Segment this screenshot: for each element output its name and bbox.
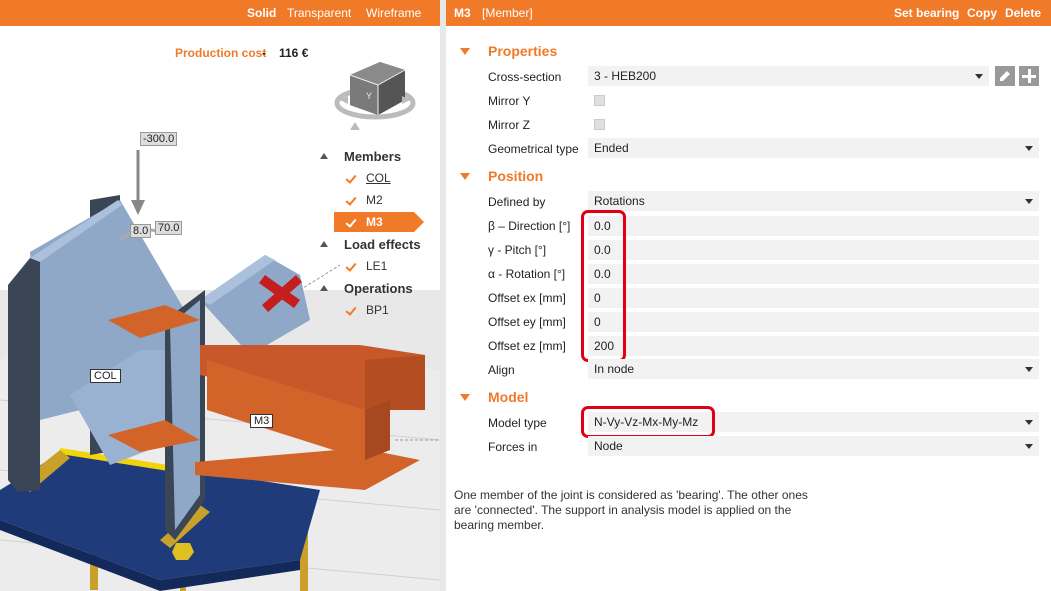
view-mode-transparent[interactable]: Transparent: [287, 6, 351, 20]
moment-right-label: 70.0: [155, 221, 183, 235]
model-type-highlight: [581, 406, 715, 438]
chevron-down-icon: [1025, 146, 1033, 151]
checkbox-icon[interactable]: [345, 217, 356, 228]
tree-item-col[interactable]: COL: [334, 168, 424, 188]
section-title: Properties: [488, 43, 558, 59]
tree-group-load-effects[interactable]: Load effects: [344, 237, 421, 252]
edit-pencil-icon[interactable]: [995, 66, 1015, 86]
collapse-icon: [460, 172, 470, 180]
selection-arrow-icon: [414, 212, 424, 232]
geometrical-type-value: Ended: [594, 141, 629, 155]
tree-group-operations[interactable]: Operations: [344, 281, 413, 296]
defined-by-value: Rotations: [594, 194, 645, 208]
defined-by-label: Defined by: [488, 195, 546, 209]
collapse-operations-icon[interactable]: [320, 285, 328, 291]
offset-ez-label: Offset ez [mm]: [488, 339, 566, 353]
add-plus-icon[interactable]: [1019, 66, 1039, 86]
production-cost-label: Production cost: [175, 46, 267, 60]
cross-section-select[interactable]: 3 - HEB200: [588, 66, 989, 86]
tree-item-label: M3: [366, 215, 383, 229]
align-label: Align: [488, 363, 515, 377]
mirror-y-label: Mirror Y: [488, 94, 531, 108]
chevron-down-icon: [975, 74, 983, 79]
beta-direction-input[interactable]: 0.0: [588, 216, 1039, 236]
gamma-pitch-label: γ - Pitch [°]: [488, 243, 547, 257]
align-value: In node: [594, 362, 635, 376]
beta-direction-label: β – Direction [°]: [488, 219, 571, 233]
tree-item-label: COL: [366, 171, 391, 185]
geometrical-type-label: Geometrical type: [488, 142, 579, 156]
forces-in-value: Node: [594, 439, 623, 453]
viewport-pane[interactable]: Solid Transparent Wireframe Production c…: [0, 0, 440, 591]
collapse-members-icon[interactable]: [320, 153, 328, 159]
section-properties[interactable]: Properties: [460, 43, 557, 59]
tree-item-m3[interactable]: M3: [334, 212, 414, 232]
checkbox-icon[interactable]: [345, 305, 356, 316]
gamma-pitch-input[interactable]: 0.0: [588, 240, 1039, 260]
tree-group-members[interactable]: Members: [344, 149, 401, 164]
cross-section-label: Cross-section: [488, 70, 562, 84]
view-cube[interactable]: [334, 62, 416, 130]
member-title: M3: [454, 6, 471, 20]
collapse-load-effects-icon[interactable]: [320, 241, 328, 247]
collapse-icon: [460, 393, 470, 401]
production-cost-value: 116 €: [279, 46, 309, 60]
offset-ez-input[interactable]: 200: [588, 336, 1039, 356]
set-bearing-button[interactable]: Set bearing: [894, 6, 959, 20]
alpha-rotation-label: α - Rotation [°]: [488, 267, 566, 281]
chevron-down-icon: [1025, 367, 1033, 372]
section-position[interactable]: Position: [460, 168, 543, 184]
offset-ey-input[interactable]: 0: [588, 312, 1039, 332]
position-values-highlight: [581, 210, 626, 362]
tree-item-label: BP1: [366, 303, 389, 317]
tree-item-label: M2: [366, 193, 383, 207]
production-cost-separator: -: [262, 46, 266, 60]
properties-header: M3 [Member] Set bearing Copy Delete: [446, 0, 1051, 26]
mirror-z-checkbox[interactable]: [594, 119, 605, 130]
view-mode-wireframe[interactable]: Wireframe: [366, 6, 421, 20]
m3-member-tag[interactable]: M3: [250, 414, 274, 428]
copy-button[interactable]: Copy: [967, 6, 997, 20]
mirror-y-checkbox[interactable]: [594, 95, 605, 106]
properties-pane: M3 [Member] Set bearing Copy Delete Prop…: [446, 0, 1051, 591]
alpha-rotation-input[interactable]: 0.0: [588, 264, 1039, 284]
view-cube-face-label: Y: [366, 91, 373, 101]
mirror-z-label: Mirror Z: [488, 118, 530, 132]
force-dimension-label: -300.0: [140, 132, 178, 146]
delete-button[interactable]: Delete: [1005, 6, 1041, 20]
tree-item-label: LE1: [366, 259, 388, 273]
chevron-down-icon: [1025, 444, 1033, 449]
bearing-description: One member of the joint is considered as…: [454, 488, 808, 532]
checkbox-icon[interactable]: [345, 261, 356, 272]
model-type-label: Model type: [488, 416, 547, 430]
align-select[interactable]: In node: [588, 359, 1039, 379]
tree-item-m2[interactable]: M2: [334, 190, 424, 210]
chevron-down-icon: [1025, 199, 1033, 204]
checkbox-icon[interactable]: [345, 195, 356, 206]
offset-ey-label: Offset ey [mm]: [488, 315, 566, 329]
view-mode-solid[interactable]: Solid: [247, 6, 276, 20]
tree-item-bp1[interactable]: BP1: [334, 300, 424, 320]
view-mode-toolbar: Solid Transparent Wireframe: [0, 0, 440, 26]
checkbox-icon[interactable]: [345, 173, 356, 184]
section-title: Model: [488, 389, 529, 405]
geometrical-type-select[interactable]: Ended: [588, 138, 1039, 158]
col-member-tag[interactable]: COL: [90, 369, 121, 383]
tree-item-le1[interactable]: LE1: [334, 256, 424, 276]
collapse-icon: [460, 47, 470, 55]
member-subtitle: [Member]: [482, 6, 533, 20]
defined-by-select[interactable]: Rotations: [588, 191, 1039, 211]
forces-in-select[interactable]: Node: [588, 436, 1039, 456]
moment-left-label: 8.0: [130, 224, 152, 238]
forces-in-label: Forces in: [488, 440, 538, 454]
section-model[interactable]: Model: [460, 389, 528, 405]
section-title: Position: [488, 168, 544, 184]
cross-section-value: 3 - HEB200: [594, 69, 657, 83]
offset-ex-input[interactable]: 0: [588, 288, 1039, 308]
offset-ex-label: Offset ex [mm]: [488, 291, 566, 305]
chevron-down-icon: [1025, 420, 1033, 425]
